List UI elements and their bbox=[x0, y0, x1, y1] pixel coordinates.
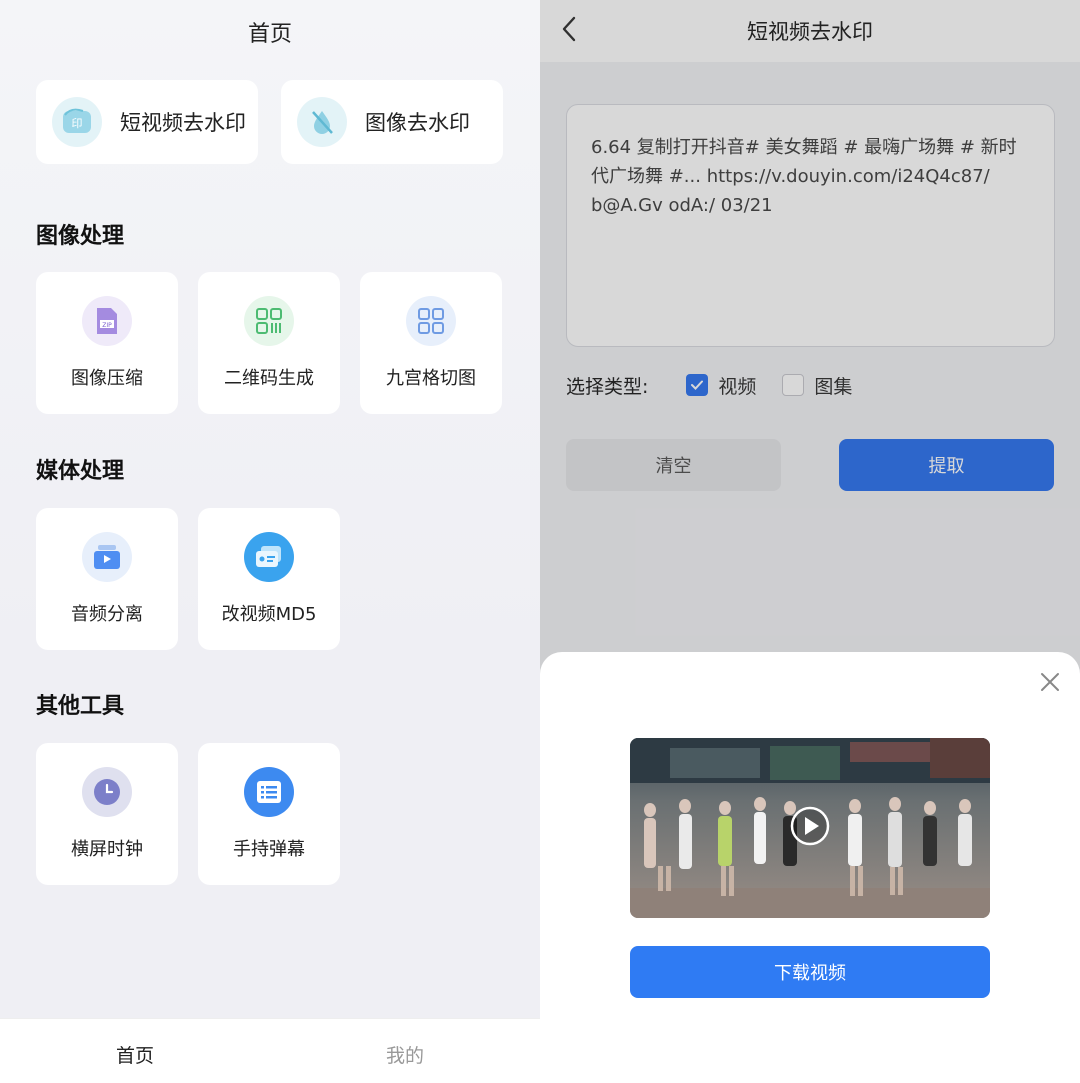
tile-grid-cut[interactable]: 九宫格切图 bbox=[360, 272, 502, 414]
bottom-tab-bar: 首页 我的 bbox=[0, 1018, 540, 1083]
page-title: 首页 bbox=[247, 22, 292, 47]
video-watermark-label: 短视频去水印 bbox=[120, 111, 246, 135]
qr-code-icon bbox=[244, 296, 294, 346]
svg-text:印: 印 bbox=[72, 117, 83, 130]
tile-label: 改视频MD5 bbox=[221, 604, 317, 625]
danmaku-icon bbox=[244, 767, 294, 817]
extract-screen: 短视频去水印 6.64 复制打开抖音# 美女舞蹈 # 最嗨广场舞 # 新时代广场… bbox=[540, 0, 1080, 1083]
home-screen: 首页 印 短视频去水印 图像去水印 图像处理 ZIP 图像压缩 二维码生成 九宫… bbox=[0, 0, 540, 1083]
tab-mine[interactable]: 我的 bbox=[386, 1041, 424, 1068]
video-md5-icon bbox=[244, 532, 294, 582]
tile-label: 音频分离 bbox=[71, 604, 143, 625]
video-thumbnail[interactable] bbox=[630, 738, 990, 918]
tab-home[interactable]: 首页 bbox=[116, 1041, 154, 1068]
section-title-image: 图像处理 bbox=[36, 224, 125, 249]
tile-label: 横屏时钟 bbox=[71, 839, 143, 860]
section-title-other: 其他工具 bbox=[36, 694, 125, 719]
clock-icon bbox=[82, 767, 132, 817]
close-icon[interactable] bbox=[1038, 670, 1062, 694]
tile-video-md5[interactable]: 改视频MD5 bbox=[198, 508, 340, 650]
audio-split-icon bbox=[82, 532, 132, 582]
tile-qr-code[interactable]: 二维码生成 bbox=[198, 272, 340, 414]
tile-label: 图像压缩 bbox=[71, 368, 143, 389]
video-watermark-icon: 印 bbox=[52, 97, 102, 147]
tile-audio-split[interactable]: 音频分离 bbox=[36, 508, 178, 650]
section-title-media: 媒体处理 bbox=[36, 459, 125, 484]
video-watermark-card[interactable]: 印 短视频去水印 bbox=[36, 80, 258, 164]
image-watermark-card[interactable]: 图像去水印 bbox=[281, 80, 503, 164]
tile-label: 二维码生成 bbox=[224, 368, 314, 389]
tile-label: 手持弹幕 bbox=[233, 839, 305, 860]
svg-text:ZIP: ZIP bbox=[102, 322, 112, 329]
image-watermark-label: 图像去水印 bbox=[365, 111, 470, 135]
tile-label: 九宫格切图 bbox=[386, 368, 476, 389]
tile-landscape-clock[interactable]: 横屏时钟 bbox=[36, 743, 178, 885]
download-video-button[interactable]: 下载视频 bbox=[630, 946, 990, 998]
tile-handheld-danmaku[interactable]: 手持弹幕 bbox=[198, 743, 340, 885]
zip-file-icon: ZIP bbox=[82, 296, 132, 346]
result-bottom-sheet: 下载视频 bbox=[540, 652, 1080, 1083]
grid-icon bbox=[406, 296, 456, 346]
image-watermark-icon bbox=[297, 97, 347, 147]
tile-image-compress[interactable]: ZIP 图像压缩 bbox=[36, 272, 178, 414]
